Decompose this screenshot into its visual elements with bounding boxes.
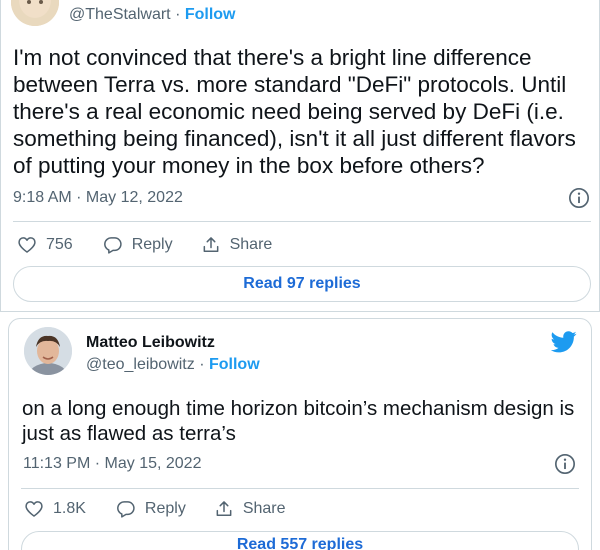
read-replies-button[interactable]: Read 97 replies — [13, 266, 591, 302]
follow-link[interactable]: Follow — [209, 356, 260, 373]
tweet-card: @TheStalwart · Follow I'm not convinced … — [0, 0, 600, 312]
separator-dot: · — [199, 356, 205, 373]
share-icon — [203, 237, 219, 252]
reply-label: Reply — [144, 500, 186, 517]
tweet-timestamp[interactable]: 9:18 AM · May 12, 2022 — [13, 189, 183, 207]
author-handle[interactable]: @TheStalwart — [69, 6, 171, 23]
share-icon — [216, 501, 232, 516]
child-portrait-image — [11, 0, 59, 26]
separator-dot: · — [175, 6, 181, 23]
share-label: Share — [229, 236, 273, 253]
tweet-text: on a long enough time horizon bitcoin’s … — [22, 397, 575, 445]
heart-icon — [25, 501, 43, 517]
reply-bubble-icon — [103, 237, 122, 254]
divider — [13, 221, 591, 222]
read-replies-button[interactable]: Read 557 replies — [21, 531, 579, 550]
info-icon[interactable] — [568, 187, 590, 209]
like-action[interactable]: 756 — [17, 235, 73, 255]
share-label: Share — [242, 500, 286, 517]
like-action[interactable]: 1.8K — [24, 499, 86, 519]
twitter-bird-icon[interactable] — [551, 331, 577, 353]
divider — [21, 488, 579, 489]
avatar[interactable] — [24, 327, 72, 375]
tweet-timestamp[interactable]: 11:13 PM · May 15, 2022 — [23, 455, 201, 473]
author-handle-line: @TheStalwart · Follow — [69, 6, 236, 24]
reply-bubble-icon — [116, 501, 135, 518]
tweet-text: I'm not convinced that there's a bright … — [13, 45, 576, 178]
reply-action[interactable]: Reply — [103, 235, 173, 255]
avatar[interactable] — [11, 0, 59, 26]
follow-link[interactable]: Follow — [185, 6, 236, 23]
heart-icon — [18, 237, 36, 253]
author-name[interactable]: Matteo Leibowitz — [86, 334, 215, 352]
reply-action[interactable]: Reply — [116, 499, 186, 519]
tweet-actions: 756 Reply Share — [17, 235, 272, 255]
tweet-actions: 1.8K Reply Share — [24, 499, 286, 519]
info-icon[interactable] — [554, 453, 576, 475]
tweet-card: Matteo Leibowitz @teo_leibowitz · Follow… — [8, 318, 592, 550]
author-handle-line: @teo_leibowitz · Follow — [86, 356, 260, 374]
author-handle[interactable]: @teo_leibowitz — [86, 356, 195, 373]
like-count: 1.8K — [53, 500, 86, 517]
share-action[interactable]: Share — [214, 499, 286, 519]
reply-label: Reply — [131, 236, 173, 253]
share-action[interactable]: Share — [201, 235, 273, 255]
like-count: 756 — [46, 236, 73, 253]
profile-photo-image — [24, 327, 72, 375]
